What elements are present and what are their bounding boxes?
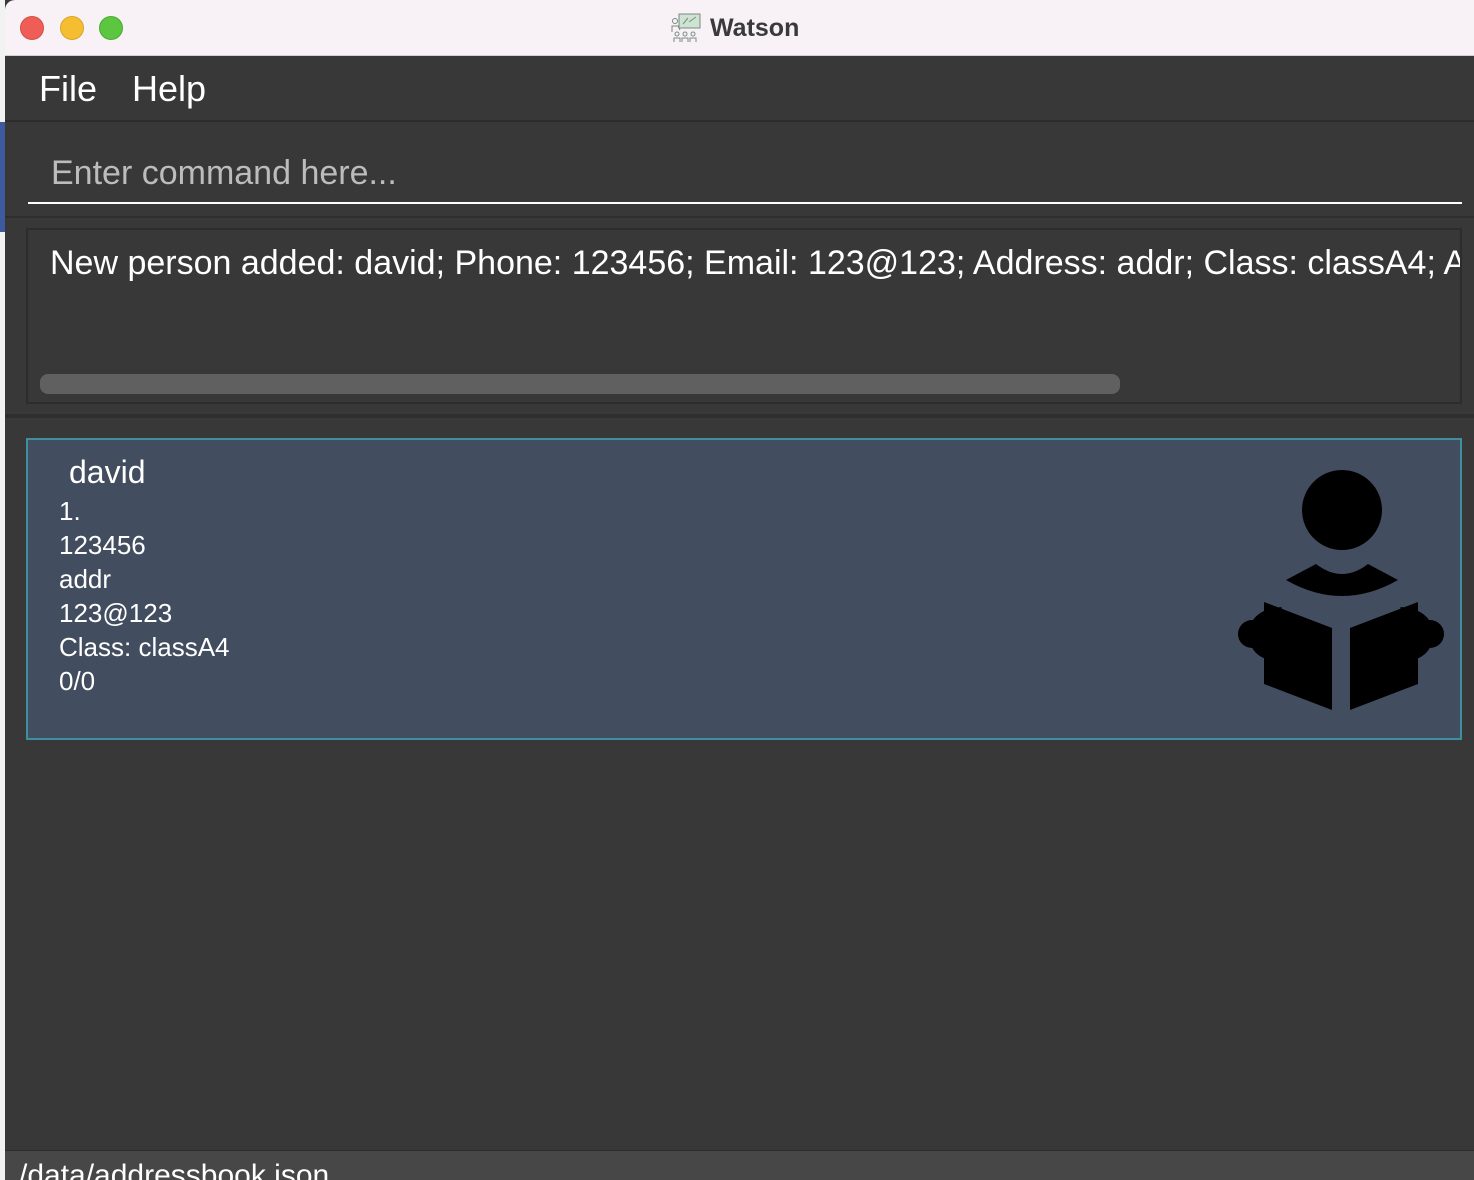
person-email: 123@123 <box>59 598 173 628</box>
person-card[interactable]: david 1. 123456 addr 123@123 Class: clas… <box>26 438 1462 740</box>
window-title-group: Watson <box>670 10 799 46</box>
classroom-icon <box>671 13 701 42</box>
person-list-panel: david 1. 123456 addr 123@123 Class: clas… <box>5 418 1474 1150</box>
person-name: david <box>69 454 146 490</box>
result-display: New person added: david; Phone: 123456; … <box>26 228 1462 404</box>
command-box <box>5 122 1474 216</box>
person-reading-icon <box>1238 470 1444 710</box>
zoom-window-button[interactable] <box>99 16 123 40</box>
window-title: Watson <box>710 13 800 42</box>
minimize-window-button[interactable] <box>60 16 84 40</box>
person-address: addr <box>59 564 112 594</box>
horizontal-scrollbar[interactable] <box>40 374 1120 394</box>
app-window: Watson File Help New person added: david… <box>5 0 1474 1180</box>
person-phone: 123456 <box>59 530 146 560</box>
data-file-path: /data/addressbook.json <box>19 1159 330 1180</box>
result-message: New person added: david; Phone: 123456; … <box>50 244 1462 282</box>
command-input[interactable] <box>28 144 1462 204</box>
close-window-button[interactable] <box>20 16 44 40</box>
status-bar: /data/addressbook.json <box>5 1150 1474 1180</box>
title-bar: Watson <box>5 0 1474 56</box>
menu-bar: File Help <box>5 56 1474 122</box>
menu-help[interactable]: Help <box>132 68 206 110</box>
result-panel: New person added: david; Phone: 123456; … <box>5 218 1474 416</box>
person-attendance: 0/0 <box>59 666 96 696</box>
menu-file[interactable]: File <box>39 68 97 110</box>
person-class: Class: classA4 <box>59 632 230 662</box>
person-index: 1. <box>59 496 81 526</box>
